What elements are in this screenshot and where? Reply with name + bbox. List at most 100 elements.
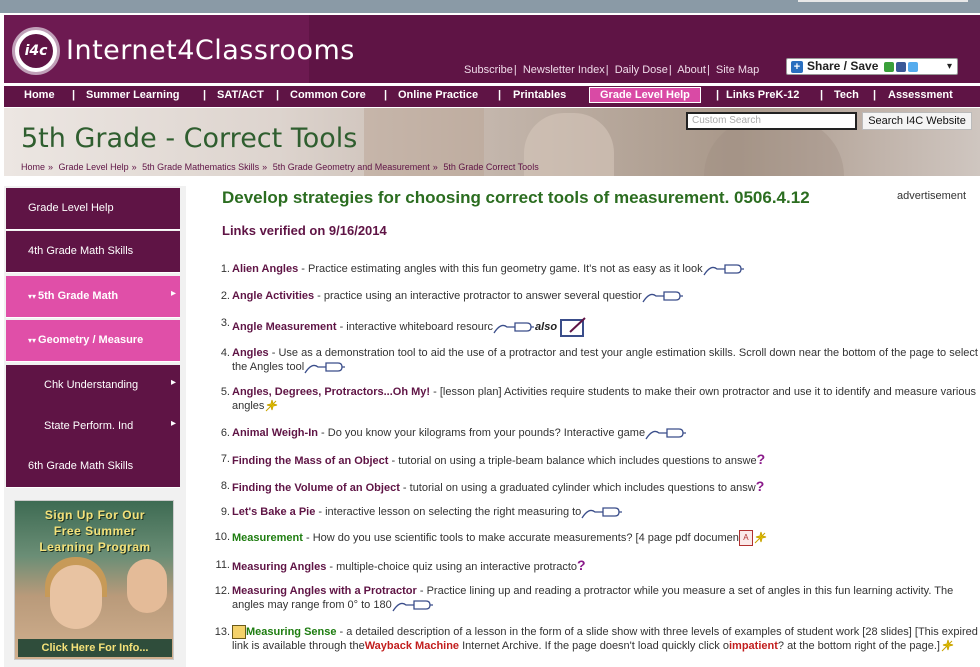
chevron-right-icon: ▸	[170, 418, 176, 429]
site-header: i4c Internet4Classrooms Subscribe| Newsl…	[4, 15, 980, 83]
top-search-box[interactable]	[798, 0, 968, 2]
sidebar-item-grade-level-help[interactable]: Grade Level Help	[6, 188, 180, 230]
promo-photo	[50, 565, 102, 629]
chevron-right-icon: ▸	[170, 377, 176, 388]
sidebar-item-4th-grade-math[interactable]: 4th Grade Math Skills	[6, 231, 180, 273]
question-icon: ?	[755, 478, 765, 494]
question-icon: ?	[756, 451, 766, 467]
main-heading: Develop strategies for choosing correct …	[222, 188, 810, 207]
promo-line: Sign Up For Our	[44, 508, 146, 522]
lesson-plan-icon	[941, 640, 954, 652]
chevron-down-icon: ▾	[946, 61, 952, 72]
lesson-plan-icon	[266, 399, 278, 412]
wayback-machine-link[interactable]: Wayback Machine	[365, 640, 459, 652]
resource-link[interactable]: Measurement	[232, 532, 303, 544]
expanded-arrows-icon: ▾▾	[28, 336, 37, 345]
interactive-icon	[304, 361, 346, 373]
breadcrumb-grade-level-help[interactable]: Grade Level Help	[59, 162, 129, 172]
breadcrumb-5th-grade-math[interactable]: 5th Grade Mathematics Skills	[142, 162, 259, 172]
nav-common-core[interactable]: Common Core	[290, 89, 366, 101]
search-button[interactable]: Search I4C Website	[862, 112, 972, 130]
site-logo[interactable]: i4c	[12, 27, 60, 75]
expanded-arrows-icon: ▾▾	[28, 292, 37, 301]
nav-sat-act[interactable]: SAT/ACT	[217, 89, 264, 101]
interactive-icon	[581, 506, 623, 518]
resource-link[interactable]: Finding the Mass of an Object	[232, 455, 388, 467]
resource-link[interactable]: Angles	[232, 347, 269, 359]
nav-separator: |	[820, 89, 824, 101]
question-icon: ?	[577, 557, 586, 573]
site-title[interactable]: Internet4Classrooms	[66, 35, 355, 66]
interactive-icon	[645, 427, 687, 439]
resource-link[interactable]: Angles, Degrees, Protractors...Oh My!	[232, 386, 430, 398]
link-site-map[interactable]: Site Map	[716, 64, 759, 76]
interactive-icon	[392, 599, 433, 611]
share-save-button[interactable]: + Share / Save ▾	[786, 58, 958, 75]
breadcrumb-home[interactable]: Home	[21, 162, 45, 172]
page-title: 5th Grade - Correct Tools	[21, 123, 358, 154]
resource-link[interactable]: Measuring Sense	[246, 626, 336, 638]
promo-photo	[127, 559, 167, 613]
interactive-icon	[703, 263, 744, 275]
link-newsletter-index[interactable]: Newsletter Index	[523, 64, 605, 76]
pdf-icon: A	[738, 530, 753, 546]
nav-separator: |	[384, 89, 388, 101]
share-label: Share / Save	[807, 59, 879, 73]
page-banner: 5th Grade - Correct Tools Home» Grade Le…	[4, 108, 980, 176]
nav-online-practice[interactable]: Online Practice	[398, 89, 478, 101]
impatient-label: impatient	[728, 640, 778, 653]
sidebar-item-5th-grade-math[interactable]: ▾▾ 5th Grade Math ▸	[6, 276, 180, 318]
advertisement-label: advertisement	[897, 190, 967, 202]
nav-assessment[interactable]: Assessment	[888, 89, 953, 101]
nav-separator: |	[72, 89, 76, 101]
resource-link[interactable]: Animal Weigh-In	[232, 427, 318, 439]
promo-cta[interactable]: Click Here For Info...	[18, 639, 172, 657]
resource-link[interactable]: Angle Activities	[232, 290, 314, 302]
links-verified-date: Links verified on 9/16/2014	[222, 223, 387, 238]
link-daily-dose[interactable]: Daily Dose	[615, 64, 668, 76]
browser-top-strip	[0, 0, 980, 13]
facebook-icon	[895, 61, 906, 72]
resource-link[interactable]: Angle Measurement	[232, 321, 337, 333]
nav-tech[interactable]: Tech	[834, 89, 859, 101]
nav-separator: |	[873, 89, 877, 101]
lesson-plan-icon	[754, 531, 766, 544]
whiteboard-icon[interactable]	[560, 316, 588, 338]
sidebar-item-geometry-measure[interactable]: ▾▾ Geometry / Measure	[6, 320, 180, 362]
nav-separator: |	[716, 89, 720, 101]
resource-link[interactable]: Finding the Volume of an Object	[232, 482, 400, 494]
resource-link[interactable]: Alien Angles	[232, 263, 298, 275]
sidebar-item-state-perform-ind[interactable]: State Perform. Ind ▸	[6, 406, 180, 448]
search-input[interactable]: Custom Search	[686, 112, 857, 130]
interactive-icon	[493, 321, 535, 333]
print-icon	[883, 61, 894, 72]
nav-summer-learning[interactable]: Summer Learning	[86, 89, 180, 101]
link-subscribe[interactable]: Subscribe	[464, 64, 513, 76]
summer-learning-promo[interactable]: Sign Up For Our Free Summer Learning Pro…	[14, 500, 174, 660]
nav-home[interactable]: Home	[24, 89, 55, 101]
top-links: Subscribe| Newsletter Index| Daily Dose|…	[464, 64, 760, 76]
logo-text: i4c	[19, 34, 53, 68]
nav-separator: |	[276, 89, 280, 101]
promo-line: Learning Program	[39, 540, 151, 554]
promo-line: Free Summer	[53, 524, 137, 538]
breadcrumb: Home» Grade Level Help» 5th Grade Mathem…	[21, 162, 539, 172]
nav-links-prek-12[interactable]: Links PreK-12	[726, 89, 799, 101]
slideshow-icon	[232, 625, 246, 640]
sidebar-item-6th-grade-math[interactable]: 6th Grade Math Skills	[6, 446, 180, 488]
resource-link[interactable]: Measuring Angles with a Protractor	[232, 585, 417, 597]
resource-link[interactable]: Let's Bake a Pie	[232, 506, 315, 518]
link-about[interactable]: About	[677, 64, 706, 76]
plus-icon: +	[791, 61, 803, 73]
also-label: also	[535, 320, 558, 333]
nav-separator: |	[498, 89, 502, 101]
chevron-right-icon: ▸	[170, 288, 176, 299]
interactive-icon	[642, 290, 683, 302]
breadcrumb-geometry-measurement[interactable]: 5th Grade Geometry and Measurement	[273, 162, 430, 172]
twitter-icon	[907, 61, 918, 72]
sidebar-item-chk-understanding[interactable]: Chk Understanding ▸	[6, 365, 180, 407]
resource-link[interactable]: Measuring Angles	[232, 561, 326, 573]
nav-printables[interactable]: Printables	[513, 89, 566, 101]
main-nav: Home | Summer Learning | SAT/ACT | Commo…	[4, 85, 980, 107]
nav-grade-level-help[interactable]: Grade Level Help	[589, 87, 701, 103]
